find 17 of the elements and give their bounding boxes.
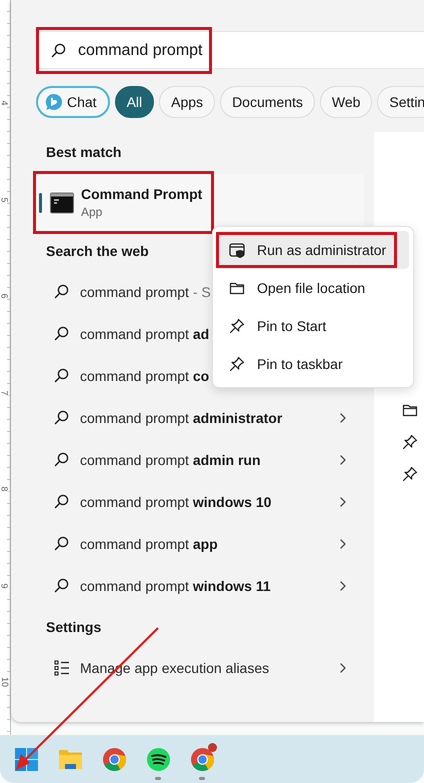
ruler-number: 7 (0, 390, 10, 396)
menu-label: Open file location (257, 280, 366, 296)
menu-label: Pin to Start (257, 318, 326, 334)
ruler-number: 4 (0, 100, 10, 106)
section-heading: Best match (46, 143, 122, 161)
result-title: Command Prompt (81, 186, 202, 202)
search-text: command prompt (78, 42, 202, 60)
menu-label: Run as administrator (257, 242, 386, 258)
ruler-number: 9 (0, 583, 10, 588)
result-subtitle: App (81, 205, 104, 219)
menu-label: Pin to taskbar (257, 356, 343, 372)
section-heading: Settings (46, 618, 102, 636)
ruler-number: 10 (0, 677, 10, 688)
ruler-number: 6 (0, 294, 10, 299)
section-heading: Search the web (46, 242, 149, 260)
ruler-number: 5 (0, 197, 10, 202)
ruler-number: 8 (0, 486, 10, 492)
